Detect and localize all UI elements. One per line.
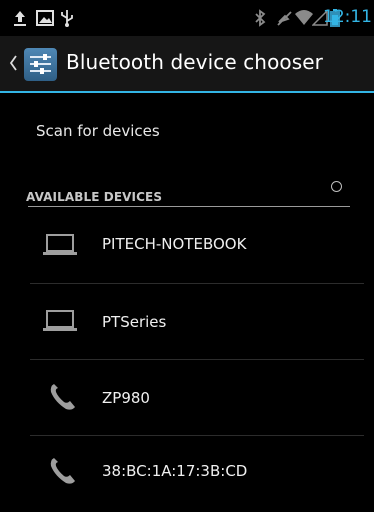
device-item-zp980[interactable]: ZP980 <box>0 360 374 436</box>
usb-upload-icon <box>14 11 26 26</box>
available-devices-header: AVAILABLE DEVICES <box>26 190 163 204</box>
device-item-38-bc-1a-17-3b-cd[interactable]: 38:BC:1A:17:3B:CD <box>0 436 374 512</box>
phone-icon <box>50 384 75 410</box>
device-name: 38:BC:1A:17:3B:CD <box>102 462 248 480</box>
device-name: PITECH-NOTEBOOK <box>102 235 247 253</box>
laptop-icon <box>43 234 77 255</box>
scan-for-devices-button[interactable]: Scan for devices <box>36 122 160 140</box>
laptop-icon <box>43 310 77 331</box>
action-bar: Bluetooth device chooser <box>0 36 374 93</box>
device-item-pitech-notebook[interactable]: PITECH-NOTEBOOK <box>0 208 374 284</box>
phone-icon <box>50 458 75 484</box>
device-name: ZP980 <box>102 389 150 407</box>
image-icon <box>36 10 54 26</box>
app-icon[interactable] <box>24 48 57 81</box>
status-bar: 12:11 <box>0 0 374 36</box>
device-name: PTSeries <box>102 313 167 331</box>
chevron-left-icon[interactable] <box>9 55 17 71</box>
device-item-ptseries[interactable]: PTSeries <box>0 284 374 360</box>
clock: 12:11 <box>323 7 372 27</box>
wifi-icon <box>295 10 313 25</box>
scanning-spinner-icon <box>331 181 342 192</box>
usb-icon <box>61 10 73 27</box>
mute-icon <box>277 11 292 26</box>
page-title: Bluetooth device chooser <box>66 50 323 74</box>
bluetooth-icon <box>255 9 266 27</box>
settings-sliders-icon <box>30 54 51 74</box>
